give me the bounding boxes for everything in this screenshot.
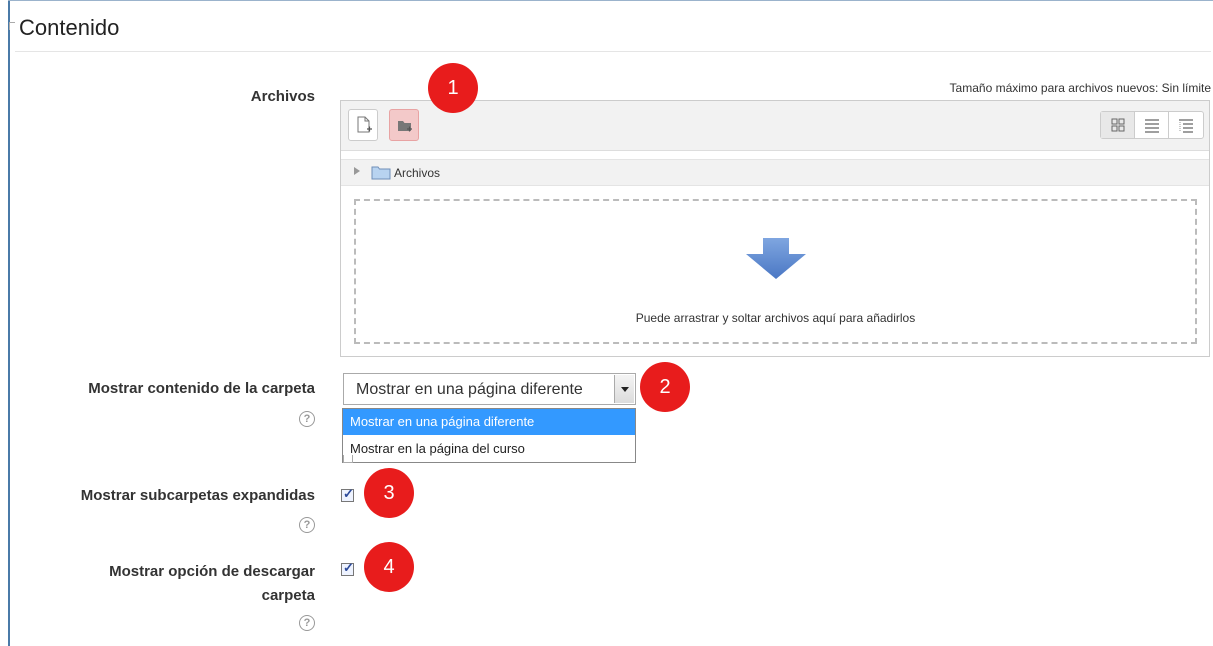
option-different-page[interactable]: Mostrar en una página diferente [343,409,635,435]
option-course-page[interactable]: Mostrar en la página del curso [343,436,635,462]
download-label: Mostrar opción de descargar [109,563,315,580]
create-folder-button[interactable] [389,109,419,141]
drop-arrow-icon [746,238,806,279]
display-options-list: Mostrar en una página diferente Mostrar … [342,408,636,463]
breadcrumb: Archivos [341,159,1209,186]
hidden-checkbox-fragment [343,455,353,463]
fieldset-border [8,0,10,646]
select-value: Mostrar en una página diferente [356,381,583,398]
expanded-label: Mostrar subcarpetas expandidas [80,487,315,504]
add-file-icon [357,116,372,133]
file-picker: Archivos Puede arrastrar y soltar archiv… [340,100,1210,357]
expand-arrow-icon[interactable] [354,167,360,175]
callout-badge-2: 2 [640,362,690,412]
expanded-checkbox[interactable] [341,486,354,502]
max-size-note: Tamaño máximo para archivos nuevos: Sin … [949,81,1211,95]
add-file-button[interactable] [348,109,378,141]
icon-view-button[interactable] [1101,112,1135,138]
view-switcher [1100,111,1204,139]
callout-badge-1: 1 [428,63,478,113]
collapse-corner-icon [9,22,15,30]
callout-badge-4: 4 [364,542,414,592]
file-picker-toolbar [341,101,1209,151]
display-label: Mostrar contenido de la carpeta [88,380,315,397]
help-icon[interactable]: ? [299,411,315,427]
callout-badge-3: 3 [364,468,414,518]
list-view-button[interactable] [1135,112,1169,138]
divider [15,51,1211,52]
section-title[interactable]: Contenido [19,15,119,41]
create-folder-icon [398,121,412,132]
fieldset-top-border [8,0,1213,1]
help-icon[interactable]: ? [299,615,315,631]
tree-view-icon [1179,119,1193,133]
download-label-line2: carpeta [261,587,315,604]
breadcrumb-folder-label[interactable]: Archivos [394,166,440,180]
tree-view-button[interactable] [1169,112,1203,138]
files-label: Archivos [250,88,315,105]
chevron-down-icon[interactable] [614,375,634,403]
download-checkbox[interactable] [341,560,354,576]
drop-zone-text: Puede arrastrar y soltar archivos aquí p… [635,311,916,325]
drop-zone[interactable]: Puede arrastrar y soltar archivos aquí p… [354,199,1197,344]
list-view-icon [1145,119,1159,133]
icon-view-icon [1111,118,1125,132]
folder-icon [371,166,391,180]
help-icon[interactable]: ? [299,517,315,533]
display-select[interactable]: Mostrar en una página diferente [343,373,636,405]
